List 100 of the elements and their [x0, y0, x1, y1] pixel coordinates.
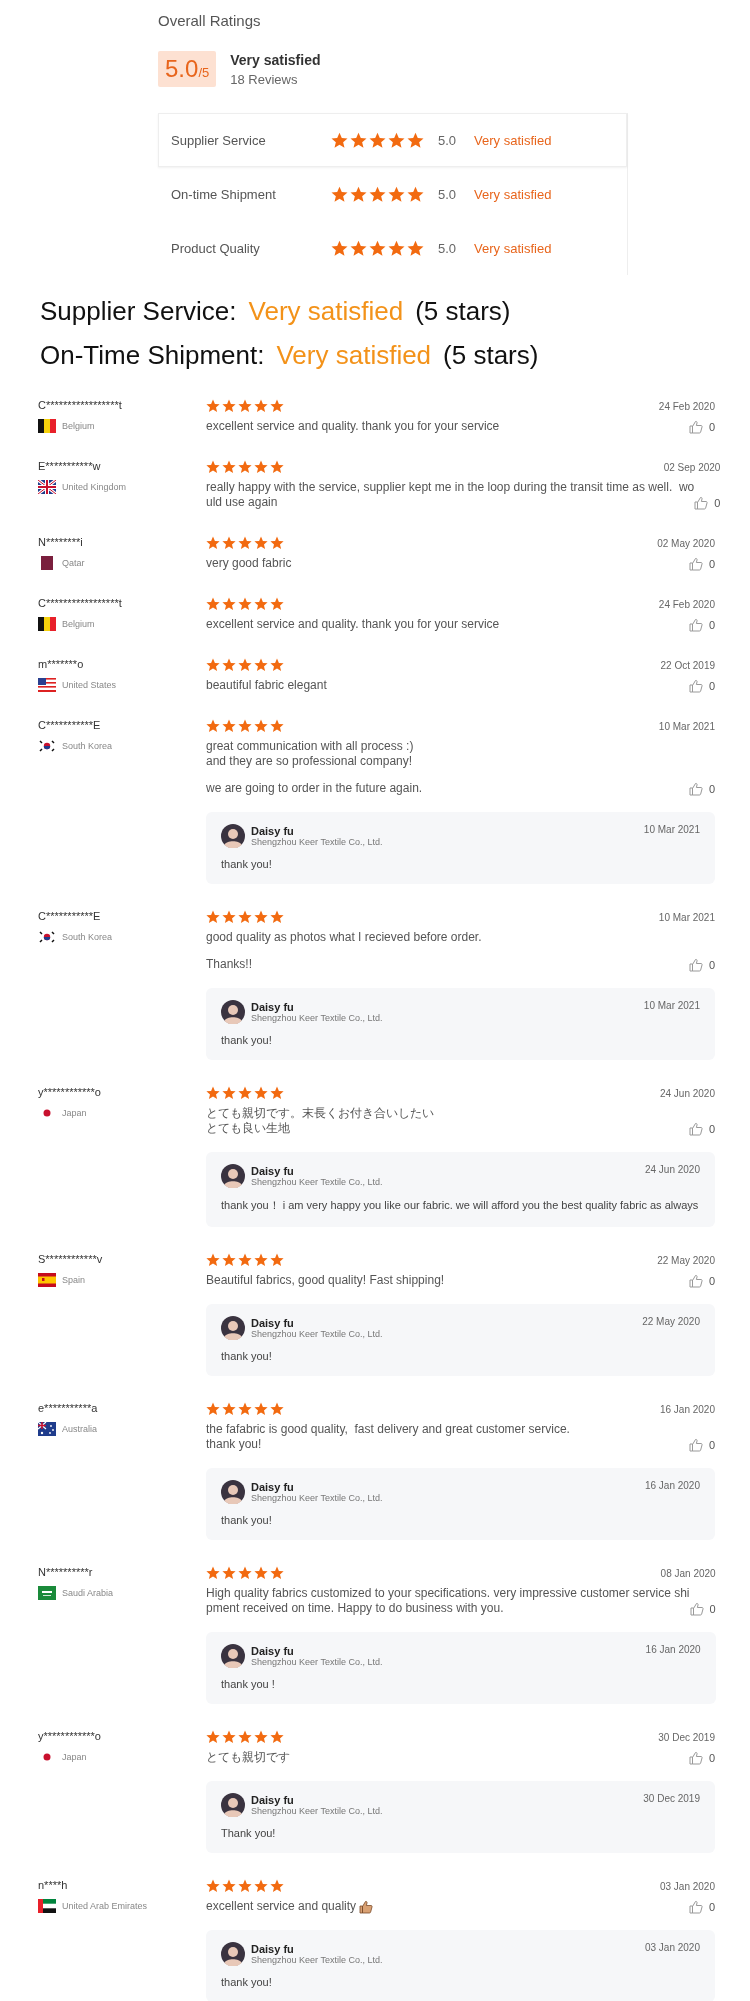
like-count: 0 — [708, 783, 715, 795]
rating-verdict: Very satisfied — [230, 51, 321, 68]
review-text: great communication with all process :) — [206, 739, 414, 754]
review-text: good quality as photos what I recieved before order. — [206, 930, 482, 945]
like-count: 0 — [708, 1123, 715, 1135]
like-count: 0 — [708, 1752, 715, 1764]
like-count: 0 — [708, 619, 715, 631]
review-text: Beautiful fabrics, good quality! Fast shipping! — [206, 1273, 445, 1288]
like-count: 0 — [708, 1439, 715, 1451]
flag-icon — [38, 930, 56, 944]
flag-icon — [38, 419, 56, 433]
thumbs-up-icon[interactable] — [688, 1751, 703, 1765]
avatar-icon — [221, 1793, 245, 1817]
reviewer-name: C*****************t — [38, 597, 123, 609]
thumbs-up-icon[interactable] — [688, 1900, 703, 1914]
reviewer-name: C***********E — [38, 910, 102, 922]
review-count: 18 Reviews — [230, 71, 299, 87]
review-text: excellent service and quality. thank you for your service — [206, 617, 500, 632]
reply-date: 24 Jun 2020 — [644, 1164, 700, 1175]
flag-icon — [38, 739, 56, 753]
country-name: Australia — [62, 1424, 97, 1434]
thumbs-up-icon[interactable] — [688, 1122, 703, 1136]
replier-name: Daisy fu — [251, 1165, 294, 1177]
like-count: 0 — [708, 558, 715, 570]
thumbs-up-icon[interactable] — [688, 557, 703, 571]
review-text: really happy with the service, supplier kept me in the loop during the transit time as well. wo — [206, 480, 695, 495]
reviewer-name: n****h — [38, 1879, 69, 1891]
summary-note: (5 stars) — [443, 339, 539, 372]
like-count: 0 — [708, 421, 715, 433]
company-name: Shengzhou Keer Textile Co., Ltd. — [251, 1657, 384, 1667]
rating-row[interactable]: Product Quality 5.0 Very satisfied — [158, 221, 627, 275]
review-text: we are going to order in the future again. — [206, 781, 423, 796]
reply-date: 03 Jan 2020 — [644, 1942, 700, 1953]
review-date: 22 May 2020 — [657, 1254, 715, 1266]
flag-icon — [38, 678, 56, 692]
summary-label: Supplier Service: — [40, 295, 237, 328]
reviewer-name: C*****************t — [38, 399, 123, 411]
reviewer-name: y************o — [38, 1730, 102, 1742]
flag-icon — [38, 1273, 56, 1287]
review-text: とても親切です。末長くお付き合いしたい — [206, 1106, 434, 1121]
review-date: 22 Oct 2019 — [660, 659, 715, 671]
section-title: Overall Ratings — [158, 12, 262, 29]
like-count: 0 — [714, 497, 721, 509]
avatar-icon — [221, 1480, 245, 1504]
avatar-icon — [221, 1164, 245, 1188]
rating-row[interactable]: Supplier Service 5.0 Very satisfied — [158, 113, 627, 167]
review-text: the fafabric is good quality, fast delivery and great customer service. — [206, 1422, 570, 1437]
reviewer-name: E***********w — [38, 460, 102, 472]
reviewer-name: N**********r — [38, 1566, 94, 1578]
review-text: High quality fabrics customized to your specifications. very impressive customer service shi — [206, 1586, 690, 1601]
thumbs-up-icon[interactable] — [689, 1602, 704, 1616]
review-text: pment received on time. Happy to do business with you. — [206, 1601, 504, 1616]
reply-text: thank you! — [221, 1350, 273, 1362]
thumbs-up-icon[interactable] — [688, 782, 703, 796]
thumbs-up-icon[interactable] — [688, 958, 703, 972]
reply-date: 10 Mar 2021 — [643, 824, 700, 835]
avatar-icon — [221, 1316, 245, 1340]
avatar-icon — [221, 1000, 245, 1024]
review-text: Thanks!! — [206, 957, 253, 972]
flag-icon — [38, 1422, 56, 1436]
reply-text: Thank you! — [221, 1827, 277, 1839]
review-text: とても良い生地 — [206, 1121, 290, 1136]
review-date: 08 Jan 2020 — [660, 1567, 716, 1579]
thumbs-up-icon[interactable] — [688, 1438, 703, 1452]
replier-name: Daisy fu — [251, 1645, 294, 1657]
reviewer-name: m*******o — [38, 658, 85, 670]
reviewer-name: N********i — [38, 536, 84, 548]
rating-row[interactable]: On-time Shipment 5.0 Very satisfied — [158, 167, 627, 221]
like-count: 0 — [708, 959, 715, 971]
like-count: 0 — [708, 1275, 715, 1287]
review-date: 02 May 2020 — [657, 537, 715, 549]
country-name: Belgium — [62, 421, 95, 431]
company-name: Shengzhou Keer Textile Co., Ltd. — [251, 837, 384, 847]
like-count: 0 — [708, 680, 715, 692]
review-text: uld use again — [206, 495, 278, 510]
review-text: thank you! — [206, 1437, 262, 1452]
thumbs-up-icon[interactable] — [688, 618, 703, 632]
reply-text: thank you! — [221, 1976, 273, 1988]
summary-label: On-Time Shipment: — [40, 339, 265, 372]
reviewer-name: C***********E — [38, 719, 102, 731]
replier-name: Daisy fu — [251, 1794, 294, 1806]
replier-name: Daisy fu — [251, 1317, 294, 1329]
flag-icon — [38, 556, 56, 570]
thumbs-up-icon[interactable] — [694, 496, 709, 510]
replier-name: Daisy fu — [251, 1481, 294, 1493]
review-text: beautiful fabric elegant — [206, 678, 327, 693]
company-name: Shengzhou Keer Textile Co., Ltd. — [251, 1329, 384, 1339]
review-date: 24 Feb 2020 — [658, 400, 715, 412]
country-name: United Kingdom — [62, 482, 127, 492]
reply-text: thank you ! — [221, 1678, 276, 1690]
flag-icon — [38, 617, 56, 631]
thumbs-up-icon[interactable] — [688, 1274, 703, 1288]
thumbs-up-icon[interactable] — [688, 420, 703, 434]
country-name: Japan — [62, 1108, 87, 1118]
thumbs-up-icon[interactable] — [688, 679, 703, 693]
company-name: Shengzhou Keer Textile Co., Ltd. — [251, 1806, 384, 1816]
reply-text: thank you! — [221, 1514, 273, 1526]
flag-icon — [38, 480, 56, 494]
review-text: very good fabric — [206, 556, 292, 571]
summary-note: (5 stars) — [415, 295, 511, 328]
